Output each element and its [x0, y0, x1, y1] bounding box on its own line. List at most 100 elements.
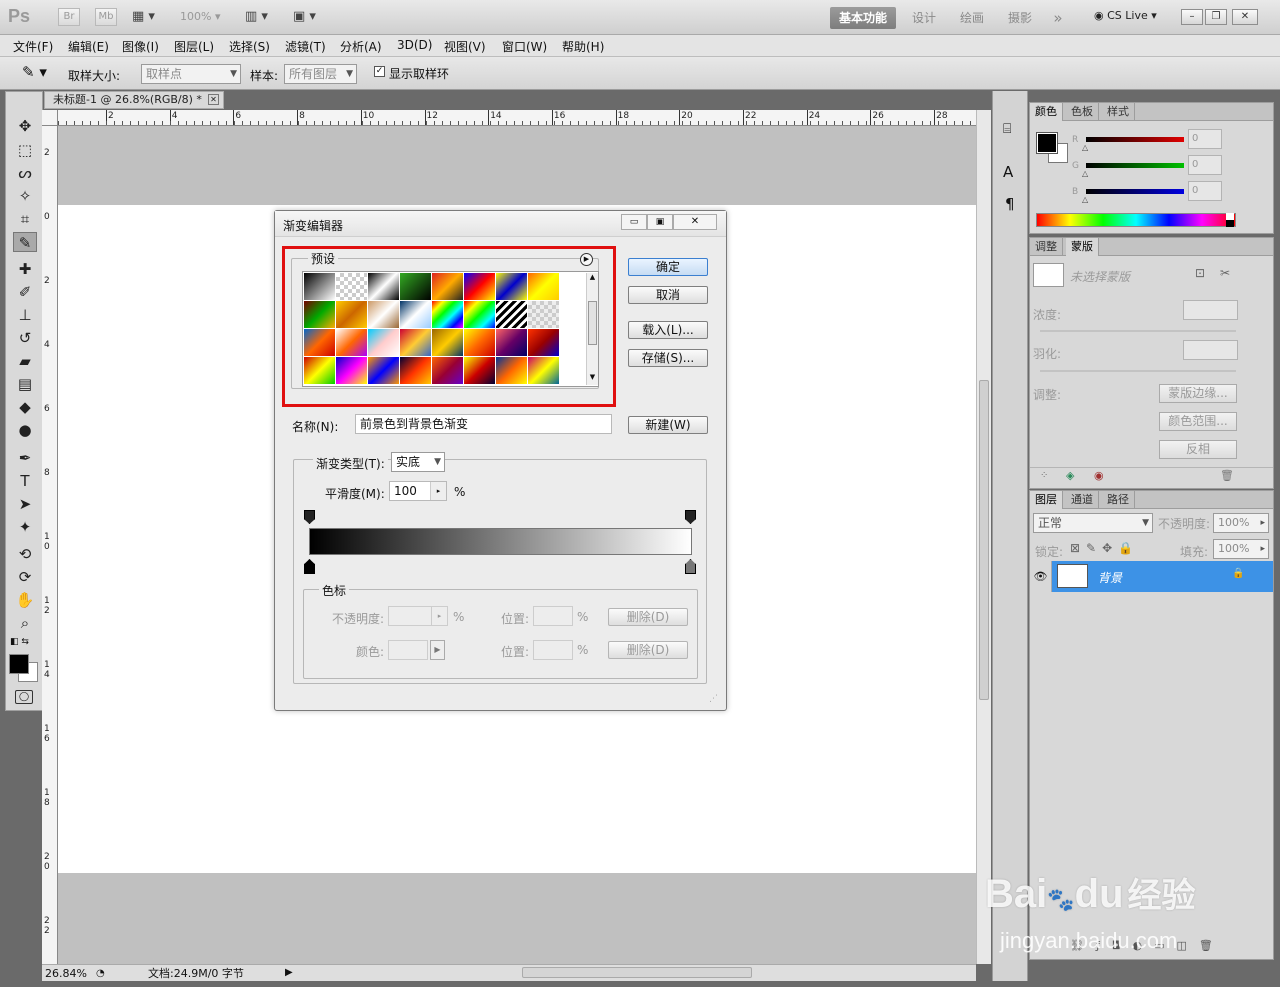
- quick-select-tool-icon[interactable]: ✧: [13, 186, 37, 206]
- delete-mask-icon[interactable]: 🗑: [1220, 469, 1234, 482]
- menu-3d[interactable]: 3D(D): [397, 38, 432, 52]
- tab-paths[interactable]: 路径: [1102, 491, 1135, 509]
- horizontal-scrollbar-thumb[interactable]: [522, 967, 752, 978]
- dodge-tool-icon[interactable]: ●: [13, 420, 37, 440]
- type-tool-icon[interactable]: T: [13, 471, 37, 491]
- vertical-scrollbar[interactable]: [976, 110, 991, 964]
- view-extras-icon[interactable]: ▦ ▾: [132, 9, 166, 25]
- disable-mask-icon[interactable]: ◉: [1094, 469, 1104, 482]
- arrange-documents-icon[interactable]: ▥ ▾: [245, 9, 268, 24]
- menu-filter[interactable]: 滤镜(T): [285, 38, 326, 55]
- tab-color[interactable]: 颜色: [1030, 103, 1063, 121]
- color-range-button[interactable]: 颜色范围...: [1159, 412, 1237, 431]
- delete-opacity-stop-button[interactable]: 删除(D): [608, 608, 688, 626]
- gradient-type-select[interactable]: 实底 ▼: [391, 452, 445, 472]
- menu-window[interactable]: 窗口(W): [502, 38, 547, 55]
- channel-value-field[interactable]: 0: [1188, 181, 1222, 201]
- workspace-essentials[interactable]: 基本功能: [830, 7, 896, 29]
- smoothness-arrow-icon[interactable]: ▸: [430, 482, 446, 500]
- bridge-button[interactable]: Br: [58, 8, 80, 26]
- 3d-orbit-tool-icon[interactable]: ⟳: [13, 567, 37, 587]
- tab-adjustments[interactable]: 调整: [1030, 238, 1063, 256]
- menu-help[interactable]: 帮助(H): [562, 38, 604, 55]
- lock-icons[interactable]: ⊠✎✥🔒: [1070, 541, 1139, 555]
- ok-button[interactable]: 确定: [628, 258, 708, 276]
- vector-mask-icon[interactable]: ✂: [1220, 266, 1230, 280]
- menu-edit[interactable]: 编辑(E): [68, 38, 109, 55]
- sample-size-select[interactable]: 取样点 ▼: [141, 64, 241, 84]
- document-tab[interactable]: 未标题-1 @ 26.8%(RGB/8) * ✕: [44, 91, 224, 109]
- load-button[interactable]: 载入(L)...: [628, 321, 708, 339]
- path-select-tool-icon[interactable]: ➤: [13, 494, 37, 514]
- crop-tool-icon[interactable]: ⌗: [13, 209, 37, 229]
- fill-field[interactable]: 100% ▸: [1213, 539, 1269, 559]
- menu-view[interactable]: 视图(V): [444, 38, 486, 55]
- feather-slider[interactable]: [1040, 370, 1236, 372]
- minimize-button[interactable]: –: [1181, 9, 1203, 25]
- close-button[interactable]: ✕: [1232, 9, 1258, 25]
- tab-layers[interactable]: 图层: [1030, 491, 1063, 509]
- delete-color-stop-button[interactable]: 删除(D): [608, 641, 688, 659]
- resize-grip-icon[interactable]: ⋰: [709, 694, 718, 704]
- mini-bridge-button[interactable]: Mb: [95, 8, 117, 26]
- workspace-painting[interactable]: 绘画: [950, 7, 994, 29]
- slider-handle-icon[interactable]: △: [1082, 195, 1088, 204]
- zoom-level-combo[interactable]: 100% ▾: [180, 10, 220, 23]
- channel-value-field[interactable]: 0: [1188, 129, 1222, 149]
- healing-brush-tool-icon[interactable]: ✚: [13, 259, 37, 279]
- gradient-preview-bar[interactable]: [309, 528, 692, 555]
- channel-value-field[interactable]: 0: [1188, 155, 1222, 175]
- lasso-tool-icon[interactable]: ᔕ: [13, 163, 37, 183]
- default-colors-icon[interactable]: ◧ ⇆: [10, 637, 29, 647]
- density-field[interactable]: [1183, 300, 1238, 320]
- ruler-origin[interactable]: [42, 110, 58, 126]
- layer-name[interactable]: 背景: [1098, 569, 1122, 586]
- color-location-input[interactable]: [533, 640, 573, 660]
- eyedropper-tool-icon[interactable]: ✎: [13, 232, 37, 252]
- name-input[interactable]: 前景色到背景色渐变: [355, 414, 612, 434]
- clone-stamp-tool-icon[interactable]: ⊥: [13, 305, 37, 325]
- character-panel-icon[interactable]: A: [1003, 163, 1013, 181]
- opacity-field[interactable]: 100% ▸: [1213, 513, 1269, 533]
- cancel-button[interactable]: 取消: [628, 286, 708, 304]
- apply-mask-icon[interactable]: ◈: [1066, 469, 1074, 482]
- shape-tool-icon[interactable]: ✦: [13, 517, 37, 537]
- zoom-tool-icon[interactable]: ⌕: [13, 613, 37, 633]
- foreground-color-chip[interactable]: [1036, 132, 1058, 154]
- paragraph-panel-icon[interactable]: ¶: [1005, 195, 1015, 213]
- marquee-tool-icon[interactable]: ⬚: [13, 140, 37, 160]
- screen-mode-icon[interactable]: ▣ ▾: [293, 9, 316, 24]
- dialog-maximize-icon[interactable]: ▣: [647, 214, 673, 230]
- tab-channels[interactable]: 通道: [1066, 491, 1099, 509]
- dialog-close-icon[interactable]: ✕: [673, 214, 717, 230]
- gradient-tool-icon[interactable]: ▤: [13, 374, 37, 394]
- load-selection-icon[interactable]: ⁘: [1040, 470, 1048, 481]
- channel-slider[interactable]: [1086, 189, 1184, 194]
- history-panel-icon[interactable]: ⌸: [1003, 121, 1011, 137]
- new-button[interactable]: 新建(W): [628, 416, 708, 434]
- workspace-photography[interactable]: 摄影: [998, 7, 1042, 29]
- opacity-location-input[interactable]: [533, 606, 573, 626]
- invert-button[interactable]: 反相: [1159, 440, 1237, 459]
- color-menu-icon[interactable]: ▶: [430, 640, 445, 660]
- status-menu-arrow[interactable]: ▶: [285, 965, 293, 980]
- pen-tool-icon[interactable]: ✒: [13, 448, 37, 468]
- stop-opacity-input[interactable]: ▸: [388, 606, 448, 626]
- eraser-tool-icon[interactable]: ▰: [13, 351, 37, 371]
- scrollbar-thumb[interactable]: [979, 380, 989, 700]
- tab-masks[interactable]: 蒙版: [1066, 238, 1099, 256]
- dialog-minimize-icon[interactable]: ▭: [621, 214, 647, 230]
- brush-tool-icon[interactable]: ✐: [13, 282, 37, 302]
- slider-handle-icon[interactable]: △: [1082, 143, 1088, 152]
- slider-handle-icon[interactable]: △: [1082, 169, 1088, 178]
- pixel-mask-icon[interactable]: ⊡: [1195, 266, 1205, 280]
- blur-tool-icon[interactable]: ◆: [13, 397, 37, 417]
- cs-live-button[interactable]: ◉ CS Live ▾: [1094, 9, 1157, 22]
- 3d-rotate-tool-icon[interactable]: ⟲: [13, 544, 37, 564]
- menu-file[interactable]: 文件(F): [13, 38, 53, 55]
- show-ring-checkbox[interactable]: ✓: [374, 66, 385, 77]
- menu-select[interactable]: 选择(S): [229, 38, 270, 55]
- menu-layer[interactable]: 图层(L): [174, 38, 214, 55]
- channel-slider[interactable]: [1086, 137, 1184, 142]
- close-tab-icon[interactable]: ✕: [208, 94, 219, 105]
